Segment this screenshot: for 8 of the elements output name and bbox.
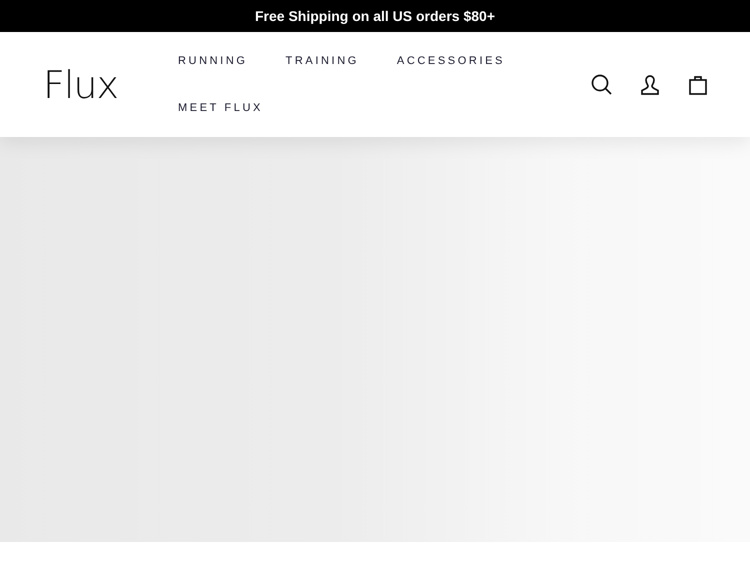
nav-link[interactable]: RUNNING	[178, 54, 248, 68]
nav-link[interactable]: ACCESSORIES	[396, 54, 505, 68]
person-button[interactable]	[638, 72, 662, 96]
announcement-text: Free Shipping on all US orders $80+	[254, 6, 495, 26]
nav-link[interactable]: MEET FLUX	[178, 101, 263, 115]
search-button[interactable]	[590, 72, 614, 96]
logo[interactable]: Flux	[0, 66, 178, 104]
nav-link[interactable]: TRAINING	[286, 54, 359, 68]
